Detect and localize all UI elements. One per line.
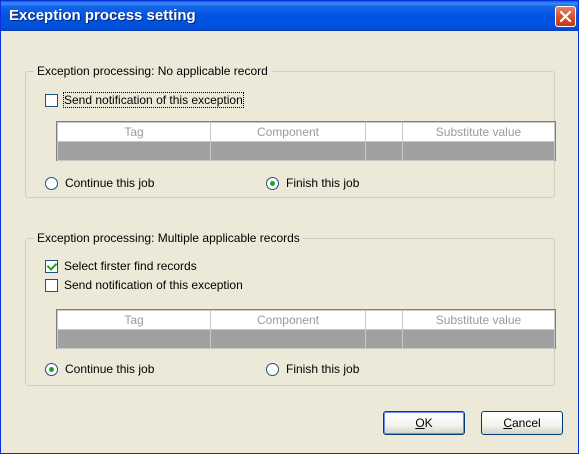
table-cell[interactable] (365, 141, 403, 161)
radio-label: Continue this job (65, 176, 155, 190)
radio-label: Finish this job (286, 176, 360, 190)
column-header-substitute-value[interactable]: Substitute value (402, 310, 555, 330)
cancel-label-rest: ancel (511, 416, 541, 430)
cancel-mnemonic: C (503, 416, 512, 430)
close-icon[interactable] (555, 6, 576, 27)
cancel-button[interactable]: Cancel (481, 411, 563, 435)
table-header-row: Tag Component Substitute value (57, 310, 555, 330)
ok-mnemonic: O (415, 416, 425, 430)
checkbox-label: Send notification of this exception (63, 92, 244, 108)
finish-job-radio[interactable]: Finish this job (266, 362, 359, 376)
table-cell[interactable] (57, 141, 211, 161)
continue-job-radio[interactable]: Continue this job (45, 176, 154, 190)
column-header-substitute-value[interactable]: Substitute value (402, 122, 555, 142)
radio-circle[interactable] (45, 176, 58, 190)
column-header-tag[interactable]: Tag (57, 310, 211, 330)
column-header-tag[interactable]: Tag (57, 122, 211, 142)
substitute-table[interactable]: Tag Component Substitute value (56, 121, 556, 161)
group-no-applicable-record: Exception processing: No applicable reco… (25, 64, 556, 198)
dialog-window: Exception process setting Exception proc… (0, 0, 579, 454)
table-cell[interactable] (402, 141, 555, 161)
finish-job-radio[interactable]: Finish this job (266, 176, 359, 190)
group-legend: Exception processing: Multiple applicabl… (34, 231, 303, 246)
window-title: Exception process setting (9, 7, 196, 24)
table-cell[interactable] (57, 329, 211, 349)
column-header-blank[interactable] (365, 310, 403, 330)
checkbox-box[interactable] (45, 93, 58, 107)
radio-circle[interactable] (266, 176, 279, 190)
checkbox-box[interactable] (45, 278, 58, 292)
radio-circle[interactable] (45, 362, 58, 376)
select-first-records-checkbox[interactable]: Select firster find records (45, 259, 197, 273)
send-notification-checkbox[interactable]: Send notification of this exception (45, 92, 244, 108)
column-header-component[interactable]: Component (210, 310, 366, 330)
table-row[interactable] (57, 141, 555, 161)
radio-label: Finish this job (286, 362, 360, 376)
table-cell[interactable] (210, 329, 366, 349)
checkbox-label: Select firster find records (64, 259, 197, 273)
table-header-row: Tag Component Substitute value (57, 122, 555, 142)
continue-job-radio[interactable]: Continue this job (45, 362, 154, 376)
title-bar[interactable]: Exception process setting (1, 1, 578, 31)
column-header-component[interactable]: Component (210, 122, 366, 142)
ok-label-rest: K (424, 416, 433, 430)
group-multiple-applicable-records: Exception processing: Multiple applicabl… (25, 231, 556, 386)
checkbox-label: Send notification of this exception (64, 278, 243, 292)
table-row[interactable] (57, 329, 555, 349)
table-cell[interactable] (402, 329, 555, 349)
substitute-table[interactable]: Tag Component Substitute value (56, 309, 556, 349)
send-notification-checkbox[interactable]: Send notification of this exception (45, 278, 243, 292)
table-cell[interactable] (365, 329, 403, 349)
group-legend: Exception processing: No applicable reco… (34, 64, 271, 79)
column-header-blank[interactable] (365, 122, 403, 142)
radio-label: Continue this job (65, 362, 155, 376)
radio-circle[interactable] (266, 362, 279, 376)
table-cell[interactable] (210, 141, 366, 161)
checkbox-box[interactable] (45, 259, 58, 273)
ok-button[interactable]: OK (383, 411, 465, 435)
